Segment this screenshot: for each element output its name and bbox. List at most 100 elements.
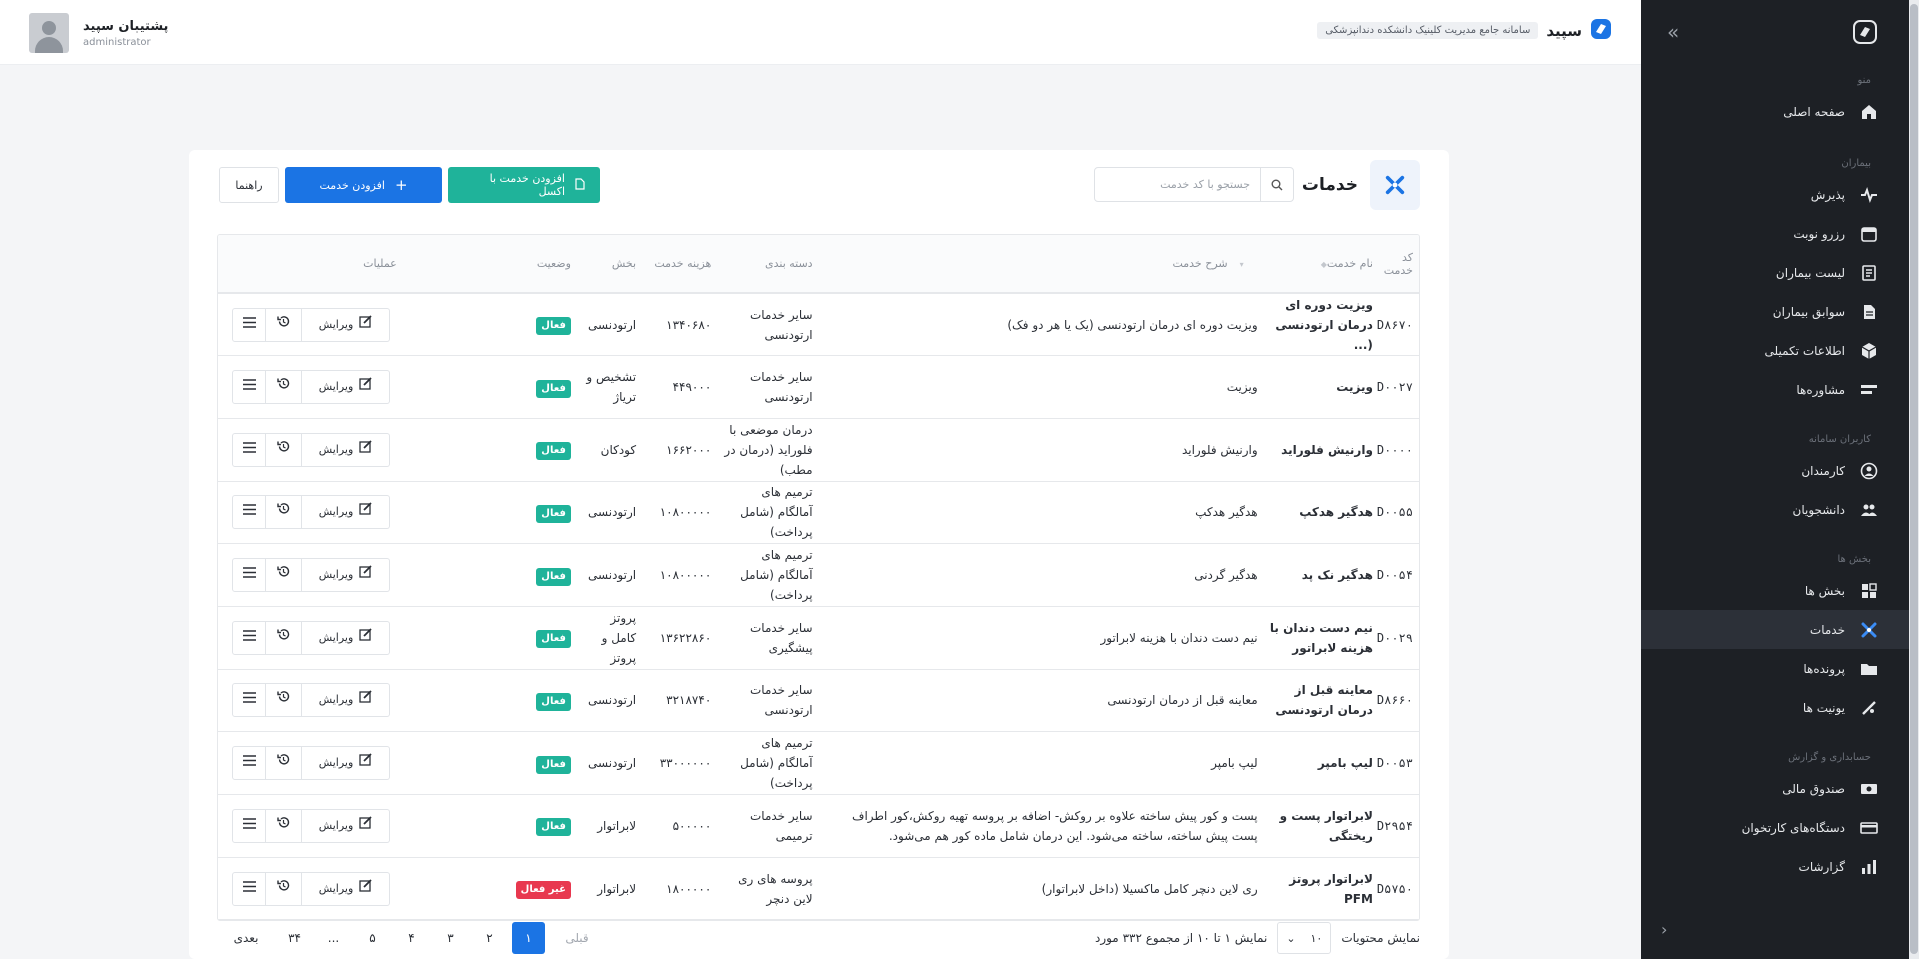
sidebar-item-home[interactable]: صفحه اصلی xyxy=(1641,92,1909,131)
sidebar-item-students[interactable]: دانشجویان xyxy=(1641,490,1909,529)
page-link-current[interactable]: ۱ xyxy=(512,922,545,954)
page-title: خدمات xyxy=(1301,175,1358,195)
page-link[interactable]: ۲ xyxy=(470,922,509,954)
user-circle-icon xyxy=(1859,461,1879,481)
row-menu-button[interactable] xyxy=(232,370,266,405)
collapse-sidebar-icon[interactable]: » xyxy=(1667,20,1680,44)
col-status[interactable]: وضعیت xyxy=(506,235,577,294)
sidebar-item-departments[interactable]: بخش ها xyxy=(1641,571,1909,610)
sidebar-item-reception[interactable]: پذیرش xyxy=(1641,175,1909,214)
col-name[interactable]: نام خدمت◆ xyxy=(1263,235,1379,294)
avatar[interactable] xyxy=(29,13,69,53)
row-menu-button[interactable] xyxy=(232,307,266,342)
sidebar-section-accounting: حسابداری و گزارش xyxy=(1788,752,1871,763)
help-button[interactable]: راهنما xyxy=(219,167,279,203)
page-size-select[interactable]: ۱۰ ⌄ xyxy=(1277,922,1332,954)
col-dept[interactable]: بخش xyxy=(576,235,643,294)
row-edit-button[interactable]: ویرایش xyxy=(302,746,390,781)
row-menu-button[interactable] xyxy=(232,808,266,843)
sidebar-item-patient-list[interactable]: لیست بیماران xyxy=(1641,253,1909,292)
user-profile[interactable]: پشتیبان سپید administrator xyxy=(29,13,168,53)
services-table-wrapper: کد خدمت نام خدمت◆ ▾شرح خدمت دسته بندی هز… xyxy=(217,234,1420,922)
cell-status: فعال xyxy=(506,669,577,733)
row-history-button[interactable] xyxy=(266,683,302,718)
row-menu-button[interactable] xyxy=(232,558,266,593)
row-menu-button[interactable] xyxy=(232,746,266,781)
row-actions: ویرایش xyxy=(232,683,501,718)
next-page-button[interactable]: بعدی xyxy=(217,922,275,954)
edit-label: ویرایش xyxy=(318,505,354,519)
row-menu-button[interactable] xyxy=(232,683,266,718)
row-edit-button[interactable]: ویرایش xyxy=(302,495,390,530)
row-history-button[interactable] xyxy=(266,620,302,655)
row-edit-button[interactable]: ویرایش xyxy=(302,620,390,655)
scrollbar[interactable] xyxy=(1909,0,1919,959)
edit-icon xyxy=(359,502,372,522)
scrollbar-thumb[interactable] xyxy=(1910,4,1918,954)
row-history-button[interactable] xyxy=(266,558,302,593)
row-menu-button[interactable] xyxy=(232,620,266,655)
sidebar-item-label: صندوق مالی xyxy=(1782,781,1845,796)
row-edit-button[interactable]: ویرایش xyxy=(302,432,390,467)
prev-page-button[interactable]: قبلی xyxy=(548,922,606,954)
row-edit-button[interactable]: ویرایش xyxy=(302,370,390,405)
chevron-left-icon[interactable]: ‹ xyxy=(1661,920,1667,939)
row-history-button[interactable] xyxy=(266,746,302,781)
cell-cost: ۵۰۰۰۰۰ xyxy=(642,794,718,858)
row-edit-button[interactable]: ویرایش xyxy=(302,683,390,718)
col-cost[interactable]: هزینه خدمت xyxy=(642,235,718,294)
edit-icon xyxy=(359,440,372,460)
page-link[interactable]: ۴ xyxy=(392,922,431,954)
cell-cost: ۱۰۸۰۰۰۰۰ xyxy=(642,481,718,545)
table-row: D۰۰۵۵ هدگیر هدکپ هدگیر هدکپ ترمیم های آمالگ… xyxy=(218,481,1419,545)
page-link[interactable]: ۳۴ xyxy=(275,922,314,954)
add-excel-button[interactable]: افزودن خدمت با اکسل xyxy=(448,167,600,203)
edit-label: ویرایش xyxy=(318,380,354,394)
add-service-button[interactable]: + افزودن خدمت xyxy=(285,167,442,203)
sidebar-item-files[interactable]: پرونده‌ها xyxy=(1641,649,1909,688)
table-row: D۰۰۲۹ نیم دست دندان با هزینه لابراتور نیم … xyxy=(218,606,1419,670)
cell-category: پروسه های ری لاین دنچر xyxy=(717,857,843,921)
menu-icon xyxy=(242,690,256,710)
sidebar-item-staff[interactable]: کارمندان xyxy=(1641,451,1909,490)
sidebar-item-extra-info[interactable]: اطلاعات تکمیلی xyxy=(1641,331,1909,370)
row-menu-button[interactable] xyxy=(232,432,266,467)
row-history-button[interactable] xyxy=(266,432,302,467)
search-input[interactable] xyxy=(1095,168,1260,201)
sidebar-item-units[interactable]: یونیت ها xyxy=(1641,688,1909,727)
status-badge: فعال xyxy=(536,755,571,774)
col-category[interactable]: دسته بندی xyxy=(717,235,843,294)
row-edit-button[interactable]: ویرایش xyxy=(302,307,390,342)
row-menu-button[interactable] xyxy=(232,495,266,530)
col-desc[interactable]: ▾شرح خدمت xyxy=(842,235,1264,294)
menu-icon xyxy=(242,315,256,335)
page-link[interactable]: ۳ xyxy=(431,922,470,954)
search-icon[interactable] xyxy=(1260,168,1293,201)
page-links: بعدی ۳۴ ... ۵ ۴ ۳ ۲ ۱ قبلی xyxy=(217,922,606,954)
sidebar-item-reports[interactable]: گزارشات xyxy=(1641,847,1909,886)
row-history-button[interactable] xyxy=(266,871,302,906)
row-history-button[interactable] xyxy=(266,495,302,530)
sidebar-item-consultations[interactable]: مشاوره‌ها xyxy=(1641,370,1909,409)
row-menu-button[interactable] xyxy=(232,871,266,906)
sidebar-item-card-readers[interactable]: دستگاه‌های کارتخوان xyxy=(1641,808,1909,847)
sidebar-item-patient-history[interactable]: سوابق بیماران xyxy=(1641,292,1909,331)
edit-icon xyxy=(359,377,372,397)
row-edit-button[interactable]: ویرایش xyxy=(302,871,390,906)
home-icon xyxy=(1859,102,1879,122)
col-code[interactable]: کد خدمت xyxy=(1378,235,1419,294)
edit-label: ویرایش xyxy=(318,568,354,582)
cell-dept: ارتودنسی xyxy=(576,481,643,545)
sidebar-item-booking[interactable]: رزرو نوبت xyxy=(1641,214,1909,253)
cell-name: لابراتوار پروتز PFM xyxy=(1263,857,1379,921)
edit-label: ویرایش xyxy=(318,881,354,895)
page-link[interactable]: ۵ xyxy=(353,922,392,954)
sidebar-item-cashbox[interactable]: صندوق مالی xyxy=(1641,769,1909,808)
row-history-button[interactable] xyxy=(266,370,302,405)
row-edit-button[interactable]: ویرایش xyxy=(302,808,390,843)
edit-label: ویرایش xyxy=(318,756,354,770)
row-history-button[interactable] xyxy=(266,808,302,843)
row-edit-button[interactable]: ویرایش xyxy=(302,558,390,593)
sidebar-item-services[interactable]: خدمات xyxy=(1641,610,1909,649)
row-history-button[interactable] xyxy=(266,307,302,342)
